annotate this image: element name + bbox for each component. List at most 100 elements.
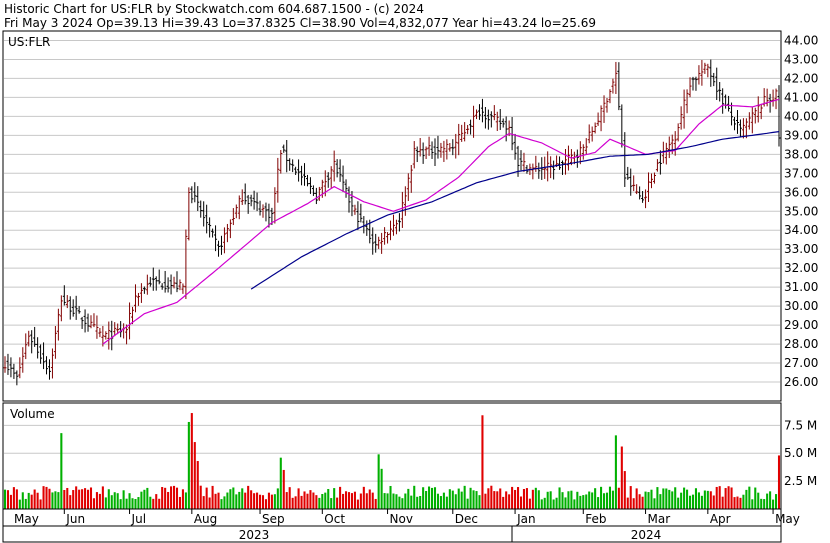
volume-bar [167,491,170,509]
month-label: Aug [194,512,217,526]
volume-bar [330,498,333,509]
volume-bar [769,491,772,509]
stock-chart: Historic Chart for US:FLR by Stockwatch.… [0,0,830,543]
chart-header-quote: Fri May 3 2024 Op=39.13 Hi=39.43 Lo=37.8… [4,16,596,30]
month-label: Apr [710,512,731,526]
volume-bar [315,495,318,509]
price-tick-label: 44.00 [784,33,818,47]
year-axis [2,525,782,543]
chart-header-title: Historic Chart for US:FLR by Stockwatch.… [4,2,424,16]
volume-bar [250,490,253,509]
volume-bar [653,498,656,509]
volume-bar [404,493,407,509]
month-label: Mar [648,512,671,526]
volume-bar [410,495,413,509]
volume-bar [757,492,760,509]
price-tick-label: 34.00 [784,223,818,237]
volume-bar [484,493,487,509]
volume-bar [267,492,270,509]
volume-bar [647,492,650,509]
volume-bar [680,492,683,509]
volume-bar [202,496,205,509]
price-tick-label: 31.00 [784,280,818,294]
volume-bar [638,494,641,509]
volume-bar [766,493,769,509]
volume-bar [398,496,401,509]
volume-bar [347,492,351,509]
volume-bar [525,488,528,509]
volume-bar [199,485,202,509]
volume-bar [597,497,600,509]
volume-bar [644,491,647,509]
volume-bar [116,493,119,509]
volume-bar [365,493,368,509]
volume-bar [656,487,659,509]
volume-bar [187,421,190,509]
volume-bar [217,492,220,509]
volume-bar [36,492,39,509]
volume-bar [42,486,45,509]
volume-bar [256,492,259,509]
volume-bar [18,499,21,509]
volume-bar [620,446,623,509]
volume-bar [273,494,276,509]
volume-bar [303,491,306,509]
volume-bar [531,489,534,509]
volume-bar [368,489,371,509]
volume-bar [344,491,348,509]
volume-bar [27,492,30,509]
price-tick-label: 41.00 [784,90,818,104]
volume-bar [247,485,250,509]
volume-bar [78,489,81,509]
volume-bar [505,491,508,509]
volume-bar [739,497,742,509]
volume-bar [84,488,87,509]
volume-bar [288,487,291,509]
volume-bar [137,497,140,509]
volume-bar [499,488,502,509]
volume-bar [175,487,179,509]
volume-bar [353,491,356,509]
volume-bar [591,492,594,509]
volume-bar [276,488,279,509]
volume-bar [650,489,653,509]
price-tick-label: 39.00 [784,128,818,142]
volume-bar [502,496,505,509]
volume-bar [386,493,389,509]
volume-bar [543,497,546,509]
volume-bar [190,413,193,509]
volume-bar [54,491,57,509]
month-label: May [14,512,39,526]
volume-bar [342,493,345,509]
volume-bar [101,486,104,509]
volume-bar [336,497,339,509]
volume-bar [45,486,48,509]
volume-bar [602,493,606,509]
volume-tick-label: 5.0 M [784,446,817,460]
volume-bar [244,492,247,509]
volume-bar [463,485,466,509]
month-label: Jun [65,512,85,526]
price-tick-label: 35.00 [784,204,818,218]
price-tick-label: 40.00 [784,109,818,123]
volume-bar [350,493,354,509]
volume-bar [514,489,517,509]
volume-bar [95,492,98,509]
volume-bar [238,491,241,509]
volume-bar [184,492,187,509]
volume-bar [161,487,164,509]
volume-bar [439,496,442,509]
volume-bar [546,491,549,509]
volume-bar [442,492,445,509]
volume-bar [703,490,706,509]
volume-bar [745,489,748,509]
month-label: Jan [516,512,536,526]
volume-bar [433,487,437,509]
volume-bar [430,487,434,509]
volume-bar [677,497,680,509]
volume-bar [688,495,692,509]
volume-bar [51,492,54,509]
volume-bar [279,457,282,509]
volume-bar [600,486,603,509]
volume-bar [285,492,288,509]
